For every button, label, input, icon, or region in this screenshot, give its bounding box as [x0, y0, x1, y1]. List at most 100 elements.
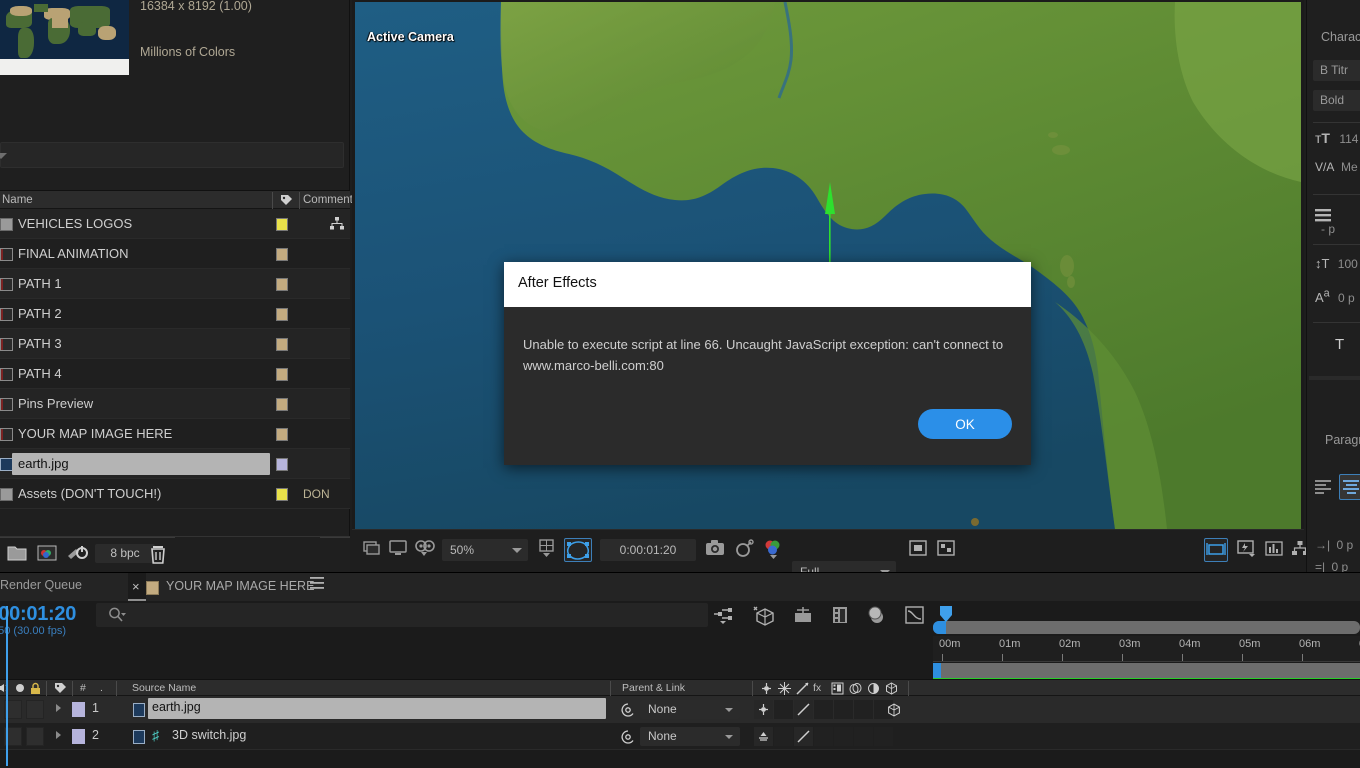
collapse-transformations-icon[interactable]	[778, 682, 791, 695]
work-area-bar[interactable]	[933, 663, 1360, 678]
project-item-label-color[interactable]	[276, 398, 288, 411]
switch-adjustment[interactable]	[874, 727, 893, 746]
switch-quality[interactable]	[794, 727, 813, 746]
quality-icon[interactable]	[796, 682, 809, 695]
column-header-name[interactable]: Name	[2, 194, 33, 206]
show-snapshot-icon[interactable]	[734, 538, 756, 562]
switch-collapse[interactable]	[774, 700, 793, 719]
project-item-label-color[interactable]	[276, 308, 288, 321]
project-item-label-color[interactable]	[276, 278, 288, 291]
project-list-item[interactable]: Assets (DON'T TOUCH!) DON	[0, 479, 350, 509]
switch-3d-layer[interactable]	[884, 700, 903, 719]
work-area-start-handle[interactable]	[933, 663, 941, 678]
paragraph-align-left-icon[interactable]	[1315, 480, 1333, 494]
project-list-item[interactable]: YOUR MAP IMAGE HERE	[0, 419, 350, 449]
adjustment-layer-icon[interactable]	[867, 682, 880, 695]
panel-menu-icon[interactable]	[310, 577, 324, 589]
switch-frame-blending[interactable]	[834, 727, 853, 746]
timeline-search-input[interactable]	[96, 603, 708, 627]
playhead-grip[interactable]	[939, 606, 953, 622]
layer-source-name[interactable]: 3D switch.jpg	[172, 728, 246, 742]
timeline-layer-row[interactable]: 2 ♯ 3D switch.jpg None	[0, 723, 1360, 750]
region-of-interest-button[interactable]	[908, 538, 928, 562]
chevron-right-icon[interactable]	[56, 731, 61, 739]
paragraph-align-center-button[interactable]	[1339, 474, 1360, 500]
column-header-dot[interactable]: .	[100, 682, 103, 694]
graph-editor-panel-icon[interactable]	[904, 605, 926, 625]
project-list-item[interactable]: earth.jpg	[0, 449, 350, 479]
timeline-ruler[interactable]: 00m01m02m03m04m05m06m07	[933, 636, 1360, 662]
switch-frame-blending[interactable]	[834, 700, 853, 719]
draft-3d-icon[interactable]	[414, 538, 436, 562]
project-list-item[interactable]: PATH 1	[0, 269, 350, 299]
project-list-item[interactable]: PATH 2	[0, 299, 350, 329]
layer-label-color[interactable]	[72, 702, 85, 717]
share-view-axes-icon[interactable]	[1204, 538, 1228, 562]
toggle-mask-path-icon[interactable]	[564, 538, 592, 562]
tag-icon[interactable]	[54, 682, 67, 695]
timeline-current-time[interactable]: :00:01:20	[0, 603, 76, 626]
font-style-select[interactable]: Bold	[1313, 90, 1360, 111]
current-time-display[interactable]: 0:00:01:20	[600, 539, 696, 561]
ok-button[interactable]: OK	[918, 409, 1012, 439]
region-of-interest-icon[interactable]	[536, 538, 558, 562]
main-viewer-icon[interactable]	[388, 538, 408, 562]
switch-motion-blur[interactable]	[854, 700, 873, 719]
new-composition-icon[interactable]	[36, 543, 58, 563]
project-list-item[interactable]: PATH 4	[0, 359, 350, 389]
video-toggle[interactable]	[26, 700, 44, 719]
switch-quality[interactable]	[794, 700, 813, 719]
switch-motion-blur[interactable]	[854, 727, 873, 746]
always-preview-this-view-icon[interactable]	[362, 538, 382, 562]
take-snapshot-icon[interactable]	[704, 538, 726, 562]
switch-effects[interactable]	[814, 727, 833, 746]
video-toggle[interactable]	[26, 727, 44, 746]
project-item-label-color[interactable]	[276, 218, 288, 231]
scrollbar-left-handle[interactable]	[933, 621, 946, 634]
switch-collapse[interactable]	[774, 727, 793, 746]
column-header-parent-link[interactable]: Parent & Link	[622, 682, 685, 694]
frame-blending-switch-icon[interactable]	[830, 605, 852, 625]
parent-pickwhip-icon[interactable]	[620, 702, 636, 718]
project-settings-icon[interactable]	[66, 543, 88, 563]
indent-left-row[interactable]: →| 0 p	[1315, 538, 1353, 552]
font-family-select[interactable]: B Titr	[1313, 60, 1360, 81]
magnification-select[interactable]: 50%	[442, 539, 528, 561]
motion-blur-icon[interactable]	[849, 682, 863, 695]
vertical-scale-row[interactable]: ↕T 100	[1315, 256, 1358, 271]
motion-blur-switch-icon[interactable]	[792, 605, 814, 625]
graph-editor-icon[interactable]	[712, 605, 734, 625]
project-list-item[interactable]: PATH 3	[0, 329, 350, 359]
timeline-playhead[interactable]	[6, 606, 8, 766]
tab-your-map-image-here[interactable]: × YOUR MAP IMAGE HERE	[128, 573, 324, 601]
frame-blending-icon[interactable]	[831, 682, 844, 695]
lock-toggle-icon[interactable]	[29, 682, 42, 695]
effects-icon[interactable]: fx	[813, 682, 821, 694]
project-item-label-color[interactable]	[276, 368, 288, 381]
show-channel-icon[interactable]	[762, 538, 784, 562]
project-item-label-color[interactable]	[276, 488, 288, 501]
parent-pickwhip-icon[interactable]	[620, 729, 636, 745]
timeline-graph-icon[interactable]	[1264, 538, 1284, 562]
3d-layer-icon[interactable]	[885, 682, 898, 695]
switch-shy[interactable]	[754, 727, 773, 746]
fast-previews-icon[interactable]	[1236, 538, 1256, 562]
project-item-label-color[interactable]	[276, 428, 288, 441]
leading-row[interactable]: - p	[1315, 208, 1335, 236]
column-header-source-name[interactable]: Source Name	[132, 682, 196, 694]
layer-source-name[interactable]: earth.jpg	[152, 700, 201, 714]
project-item-label-color[interactable]	[276, 248, 288, 261]
project-list-item[interactable]: VEHICLES LOGOS	[0, 209, 350, 239]
timeline-layer-row[interactable]: 1 earth.jpg None	[0, 696, 1360, 723]
delete-icon[interactable]	[148, 543, 168, 565]
column-header-comment[interactable]: Comment	[303, 194, 353, 206]
shy-icon[interactable]	[760, 682, 773, 695]
kerning-row[interactable]: V/A Me	[1315, 160, 1358, 174]
project-item-label-color[interactable]	[276, 458, 288, 471]
close-icon[interactable]: ×	[132, 579, 140, 594]
project-search-field[interactable]	[0, 142, 344, 168]
column-header-number[interactable]: #	[80, 682, 86, 694]
chevron-right-icon[interactable]	[56, 704, 61, 712]
alpha-boundary-button[interactable]	[936, 538, 956, 562]
layer-label-color[interactable]	[72, 729, 85, 744]
